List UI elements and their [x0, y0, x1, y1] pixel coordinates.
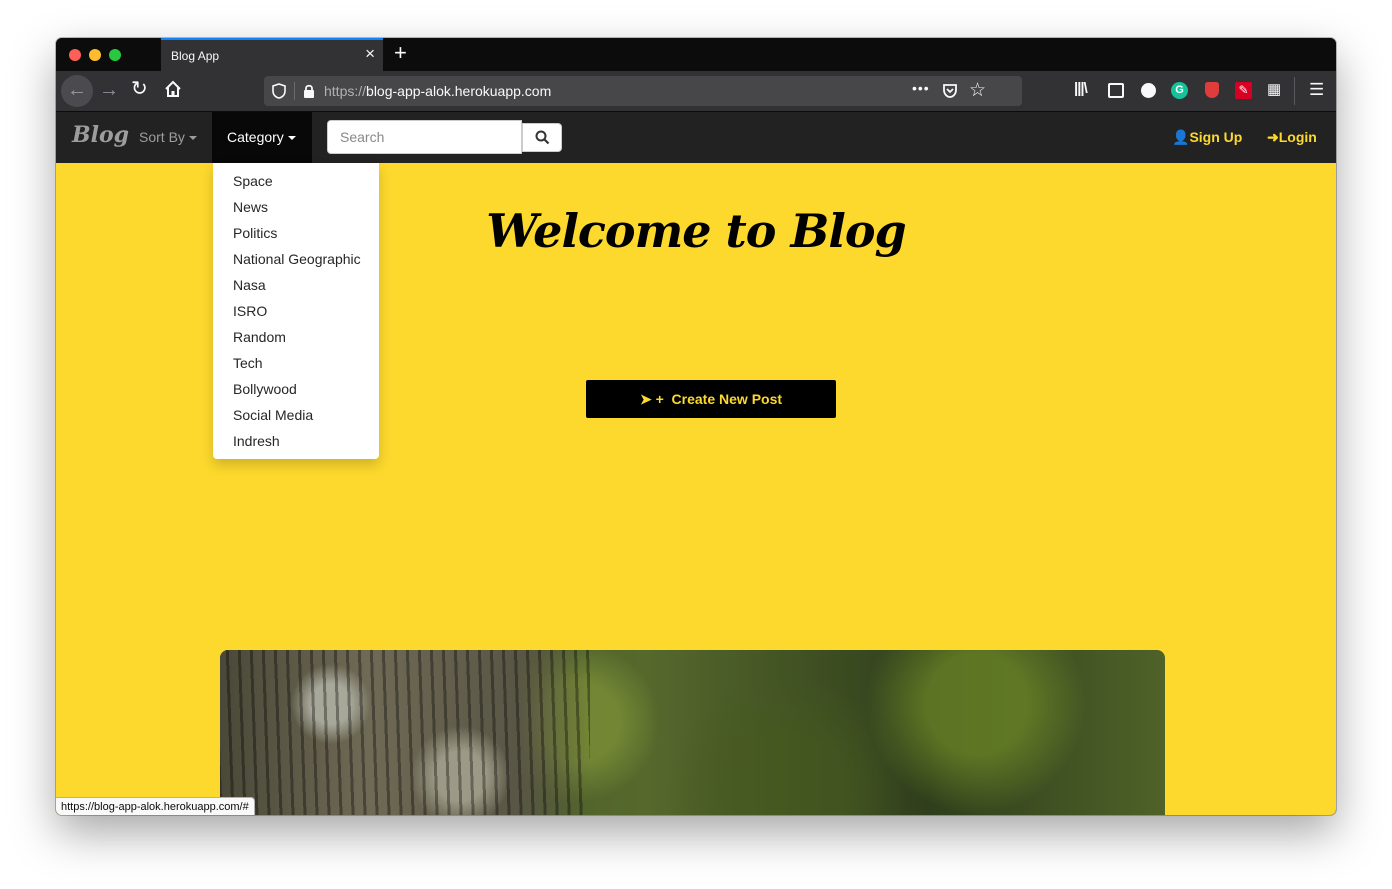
grid-extension-icon[interactable]: ▦ — [1267, 80, 1285, 98]
url-separator — [294, 82, 295, 100]
caret-down-icon — [287, 136, 296, 141]
more-icon[interactable]: ••• — [912, 80, 930, 96]
create-post-label: Create New Post — [671, 391, 783, 407]
reload-icon[interactable]: ↻ — [131, 78, 148, 100]
category-item[interactable]: Social Media — [213, 402, 379, 428]
search-button[interactable] — [522, 123, 562, 152]
tab-close-icon[interactable]: × — [365, 45, 375, 62]
hero-title: Welcome to Blog — [486, 204, 906, 258]
site-brand[interactable]: Blog — [72, 122, 129, 148]
status-bar: https://blog-app-alok.herokuapp.com/# — [56, 797, 255, 815]
search-icon — [535, 130, 550, 145]
back-arrow-icon[interactable]: ← — [61, 75, 93, 107]
forward-arrow-icon[interactable]: → — [99, 79, 119, 101]
browser-tab[interactable]: Blog App × — [161, 38, 383, 71]
hamburger-menu-icon[interactable]: ☰ — [1309, 80, 1324, 100]
pocket-icon[interactable] — [942, 83, 958, 99]
extension-icon[interactable]: ✎ — [1235, 82, 1252, 99]
tree-trunk-image — [220, 650, 590, 815]
url-text[interactable]: https://blog-app-alok.herokuapp.com — [324, 83, 551, 99]
tab-title: Blog App — [171, 49, 220, 63]
user-icon: 👤 — [1172, 129, 1190, 145]
sign-up-label: Sign Up — [1189, 129, 1243, 145]
toolbar-separator — [1294, 77, 1295, 105]
featured-image — [220, 650, 1165, 815]
paper-plane-icon: ➤ — [639, 391, 652, 407]
sidebar-icon[interactable] — [1108, 83, 1124, 98]
login-link[interactable]: ➜Login — [1267, 129, 1317, 146]
sort-by-dropdown[interactable]: Sort By — [139, 129, 197, 145]
category-item[interactable]: Tech — [213, 350, 379, 376]
category-item[interactable]: Indresh — [213, 428, 379, 454]
minimize-window-button[interactable] — [89, 49, 101, 61]
category-label: Category — [227, 129, 284, 145]
new-tab-icon[interactable]: + — [394, 42, 407, 64]
address-bar[interactable]: https://blog-app-alok.herokuapp.com ••• … — [264, 76, 1022, 106]
browser-window: Blog App × + ← → ↻ https://blog-app-alok… — [56, 38, 1336, 815]
account-icon[interactable] — [1141, 83, 1156, 98]
site-navbar: Blog Sort By Category 👤Sign Up ➜Login — [56, 112, 1336, 163]
category-item[interactable]: ISRO — [213, 298, 379, 324]
create-post-button[interactable]: ➤ + Create New Post — [586, 380, 836, 418]
category-item[interactable]: Nasa — [213, 272, 379, 298]
plus-icon: + — [655, 391, 664, 407]
home-icon[interactable] — [163, 79, 183, 99]
shield-icon[interactable] — [272, 83, 286, 99]
category-item[interactable]: Space — [213, 168, 379, 194]
lock-icon[interactable] — [302, 83, 316, 99]
category-dropdown[interactable]: Category — [212, 112, 312, 163]
close-window-button[interactable] — [69, 49, 81, 61]
login-label: Login — [1278, 129, 1317, 145]
grammarly-icon[interactable]: G — [1171, 82, 1188, 99]
category-label-wrap: Category — [227, 129, 296, 145]
web-page: Blog Sort By Category 👤Sign Up ➜Login Sp… — [56, 112, 1336, 815]
zoom-window-button[interactable] — [109, 49, 121, 61]
url-scheme: https:// — [324, 83, 367, 99]
tab-strip: Blog App × + — [56, 38, 1336, 71]
sign-up-link[interactable]: 👤Sign Up — [1172, 129, 1242, 146]
bookmark-star-icon[interactable]: ☆ — [969, 79, 986, 102]
url-host: blog-app-alok.herokuapp.com — [366, 83, 552, 99]
search-input[interactable] — [327, 120, 522, 154]
library-icon[interactable]: |||\ — [1074, 80, 1092, 98]
sort-by-label: Sort By — [139, 129, 185, 145]
category-item[interactable]: Bollywood — [213, 376, 379, 402]
browser-toolbar: ← → ↻ https://blog-app-alok.herokuapp.co… — [56, 71, 1336, 111]
ublock-icon[interactable] — [1205, 82, 1219, 98]
login-icon: ➜ — [1267, 129, 1279, 145]
caret-down-icon — [188, 136, 197, 141]
category-item[interactable]: Random — [213, 324, 379, 350]
